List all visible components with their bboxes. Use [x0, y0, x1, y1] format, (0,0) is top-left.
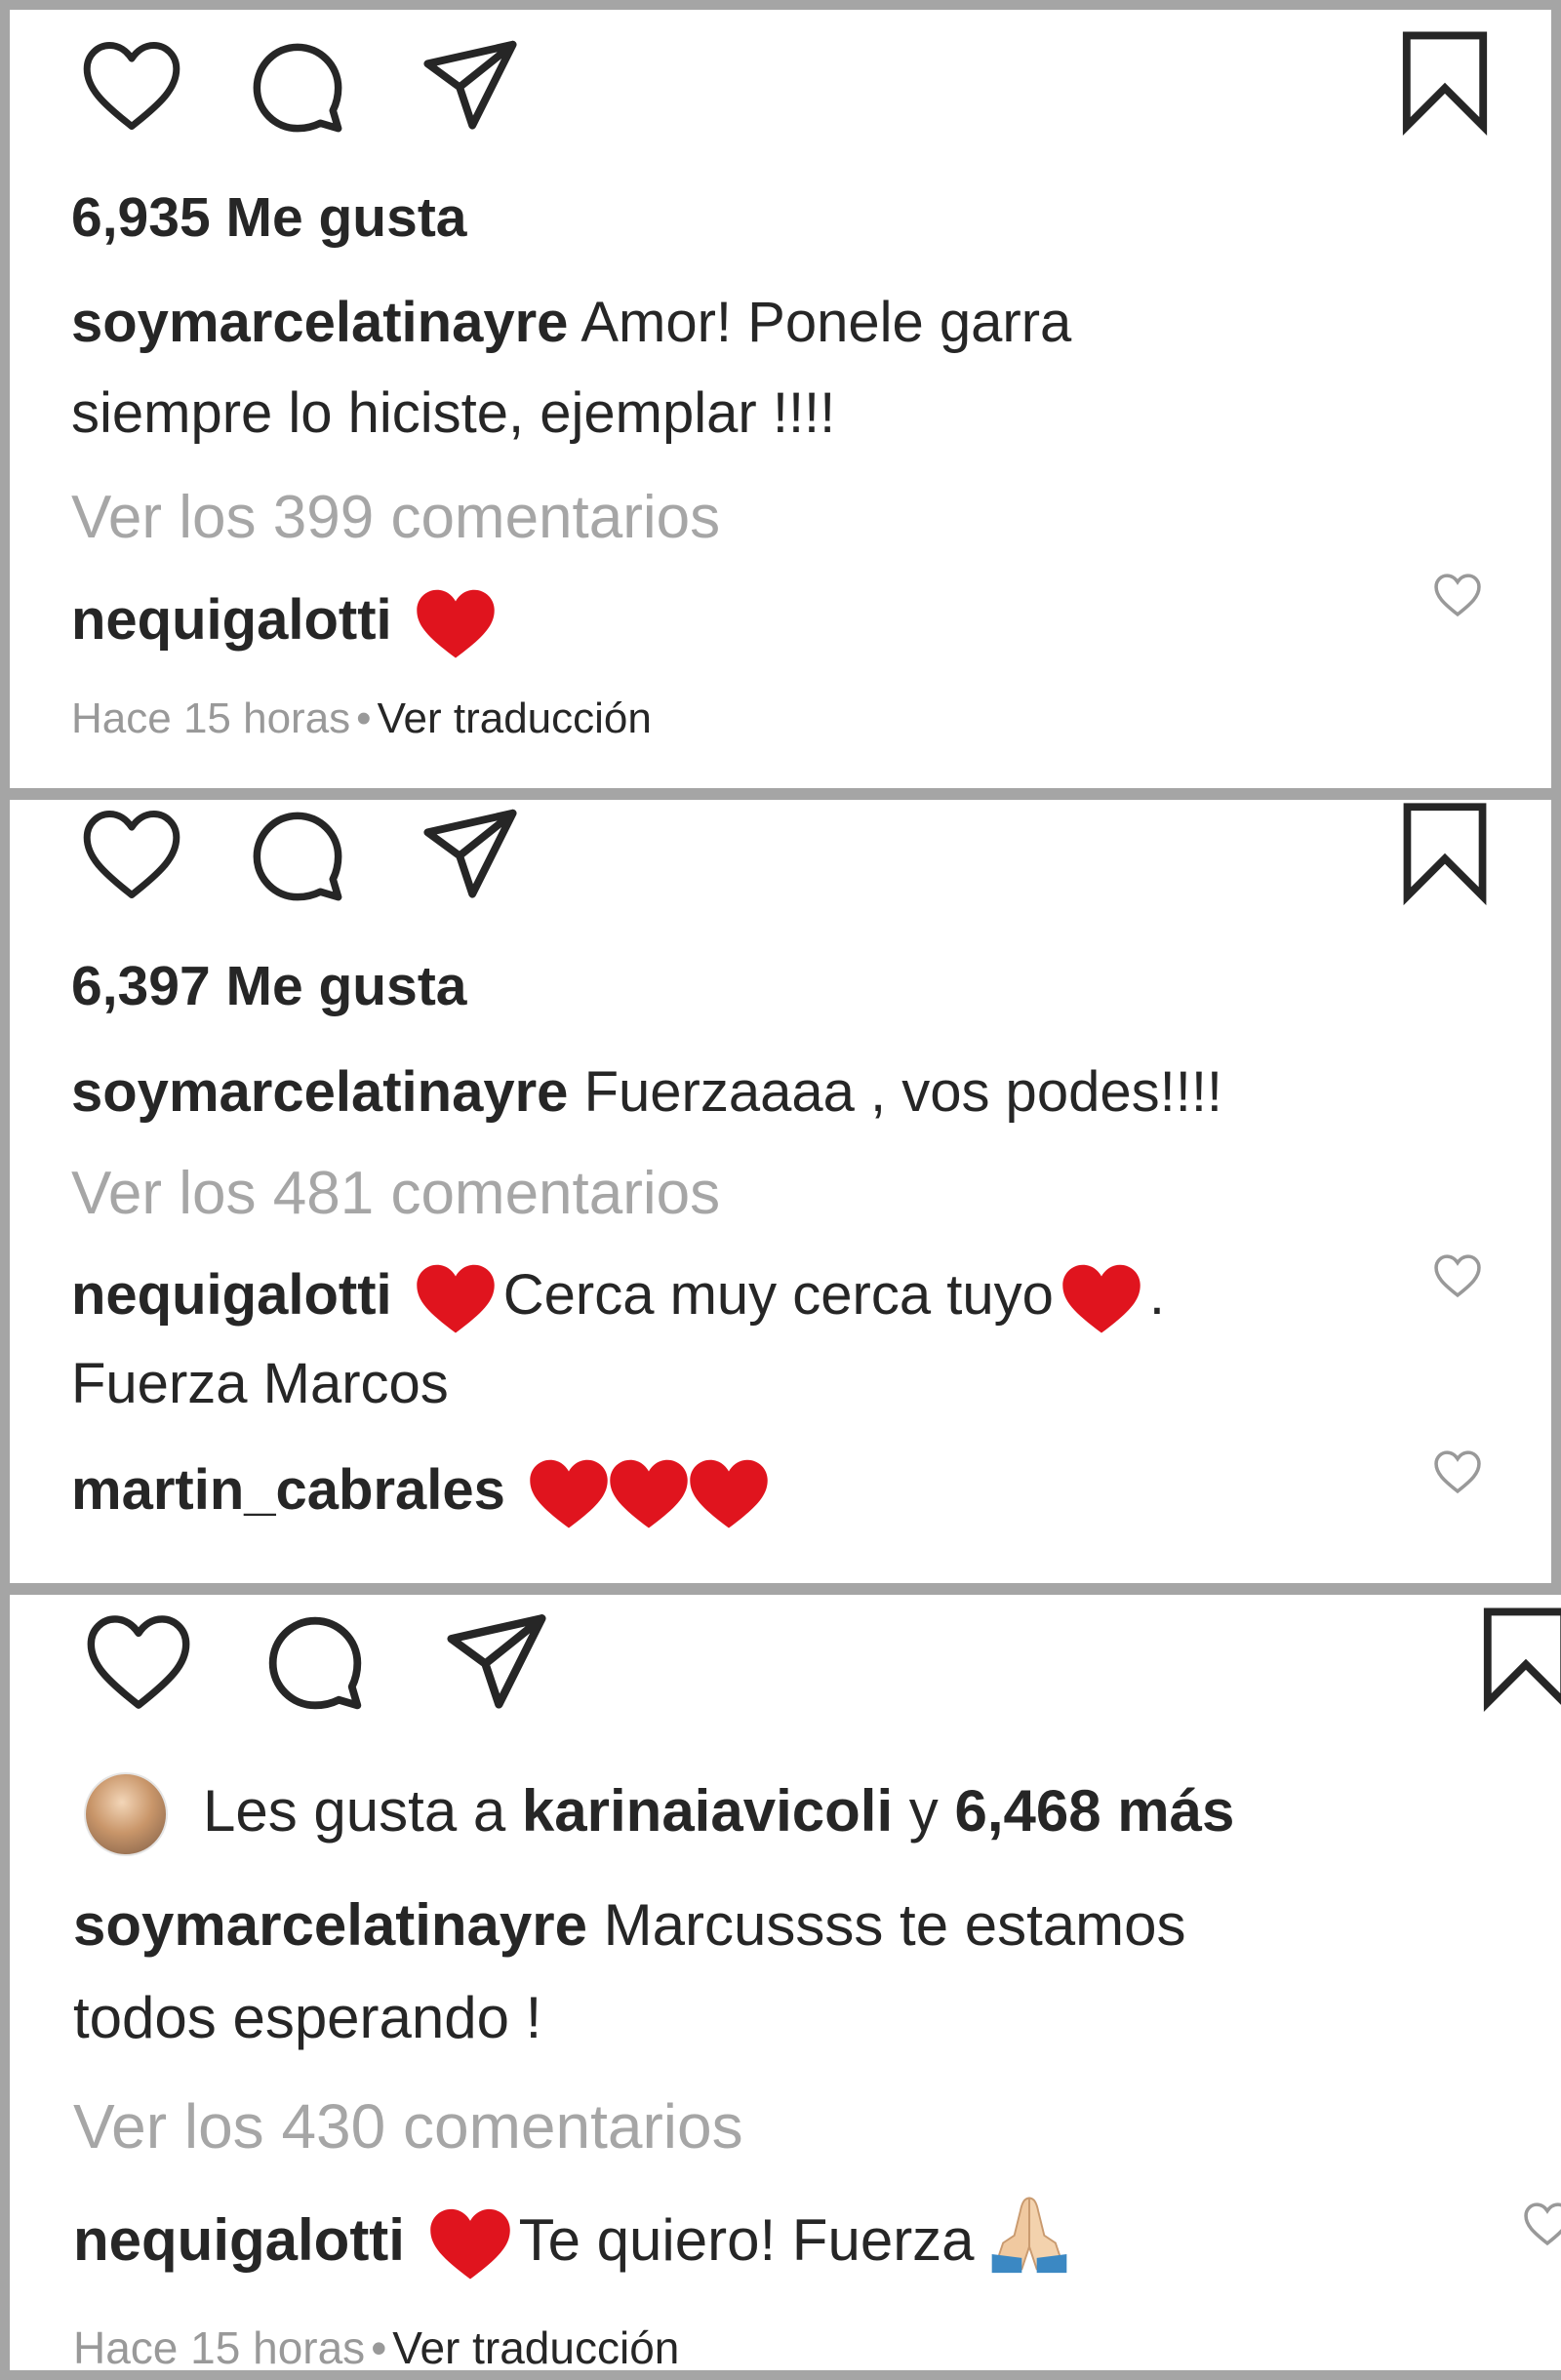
- comment-text: Te quiero! Fuerza: [518, 2206, 975, 2273]
- comment-like-icon[interactable]: [1522, 2202, 1561, 2246]
- comment-text-end: .: [1148, 1263, 1165, 1327]
- comment-username[interactable]: nequigalotti: [71, 1263, 392, 1327]
- comment-text: Cerca muy cerca tuyo: [502, 1263, 1054, 1327]
- red-heart-emoji: [427, 2206, 513, 2282]
- separator: •: [371, 2322, 387, 2370]
- comment-meta: Hace 15 horas • Ver traducción: [73, 2321, 679, 2370]
- caption-line-2: todos esperando !: [73, 1985, 542, 2050]
- caption-username[interactable]: soymarcelatinayre: [71, 1060, 568, 1124]
- comment: nequigalotti: [71, 575, 503, 665]
- caption-username[interactable]: soymarcelatinayre: [71, 291, 568, 354]
- comment-icon[interactable]: [247, 39, 348, 137]
- liked-by-count[interactable]: 6,468 más: [954, 1778, 1234, 1844]
- caption-line-2: siempre lo hiciste, ejemplar !!!!: [71, 381, 836, 445]
- like-heart-icon[interactable]: [80, 39, 183, 133]
- post-panel-3: Les gusta a karinaiavicoli y 6,468 más s…: [10, 1595, 1561, 2370]
- folded-hands-emoji: [984, 2190, 1074, 2299]
- liked-by-conj: y: [908, 1778, 939, 1844]
- bookmark-icon[interactable]: [1397, 27, 1493, 137]
- comment-like-icon[interactable]: [1432, 573, 1483, 617]
- like-heart-icon[interactable]: [80, 808, 183, 901]
- red-heart-emoji: [687, 1457, 771, 1531]
- caption: soymarcelatinayre Fuerzaaaa , vos podes!…: [71, 1047, 1222, 1137]
- comment: nequigalotti Cerca muy cerca tuyo .: [71, 1250, 1165, 1340]
- caption: soymarcelatinayre Amor! Ponele garra: [71, 277, 1071, 368]
- caption-text: Marcussss te estamos: [603, 1892, 1186, 1958]
- comment-icon[interactable]: [262, 1612, 368, 1714]
- comment: nequigalotti Te quiero! Fuerza: [73, 2190, 1074, 2299]
- like-heart-icon[interactable]: [84, 1612, 193, 1712]
- liked-by-prefix: Les gusta a: [203, 1778, 506, 1844]
- comment-username[interactable]: nequigalotti: [71, 588, 392, 652]
- post-panel-1: 6,935 Me gusta soymarcelatinayre Amor! P…: [10, 10, 1551, 788]
- likes-count[interactable]: 6,935 Me gusta: [71, 185, 467, 250]
- red-heart-emoji: [527, 1457, 611, 1531]
- bookmark-icon[interactable]: [1478, 1603, 1561, 1713]
- red-heart-emoji: [414, 587, 498, 661]
- view-comments-link[interactable]: Ver los 399 comentarios: [71, 483, 720, 552]
- caption-username[interactable]: soymarcelatinayre: [73, 1892, 587, 1958]
- comment-username[interactable]: martin_cabrales: [71, 1458, 505, 1522]
- comment-icon[interactable]: [247, 808, 348, 905]
- likes-count[interactable]: 6,397 Me gusta: [71, 954, 467, 1018]
- bookmark-icon[interactable]: [1397, 800, 1493, 906]
- red-heart-emoji: [414, 1262, 498, 1336]
- avatar[interactable]: [84, 1772, 168, 1856]
- view-comments-link[interactable]: Ver los 481 comentarios: [71, 1159, 720, 1228]
- comment-line-2: Fuerza Marcos: [71, 1352, 449, 1415]
- liked-by[interactable]: Les gusta a karinaiavicoli y 6,468 más: [203, 1765, 1234, 1856]
- timestamp: Hace 15 horas: [71, 694, 351, 742]
- caption-text: Amor! Ponele garra: [580, 291, 1072, 354]
- share-icon[interactable]: [418, 805, 523, 898]
- view-comments-link[interactable]: Ver los 430 comentarios: [73, 2090, 743, 2162]
- comment: martin_cabrales: [71, 1445, 771, 1535]
- caption-text: Fuerzaaaa , vos podes!!!!: [583, 1060, 1223, 1124]
- translate-link[interactable]: Ver traducción: [392, 2322, 679, 2370]
- translate-link[interactable]: Ver traducción: [378, 694, 652, 742]
- share-icon[interactable]: [441, 1609, 552, 1709]
- timestamp: Hace 15 horas: [73, 2322, 366, 2370]
- liked-by-user[interactable]: karinaiavicoli: [522, 1778, 893, 1844]
- separator: •: [356, 694, 372, 742]
- red-heart-emoji: [607, 1457, 691, 1531]
- caption: soymarcelatinayre Marcussss te estamos: [73, 1880, 1186, 1970]
- comment-like-icon[interactable]: [1432, 1253, 1483, 1298]
- comment-like-icon[interactable]: [1432, 1449, 1483, 1494]
- post-panel-2: 6,397 Me gusta soymarcelatinayre Fuerzaa…: [10, 800, 1551, 1583]
- share-icon[interactable]: [418, 36, 523, 130]
- comment-username[interactable]: nequigalotti: [73, 2207, 405, 2273]
- comment-meta: Hace 15 horas • Ver traducción: [71, 694, 652, 743]
- red-heart-emoji: [1060, 1262, 1143, 1336]
